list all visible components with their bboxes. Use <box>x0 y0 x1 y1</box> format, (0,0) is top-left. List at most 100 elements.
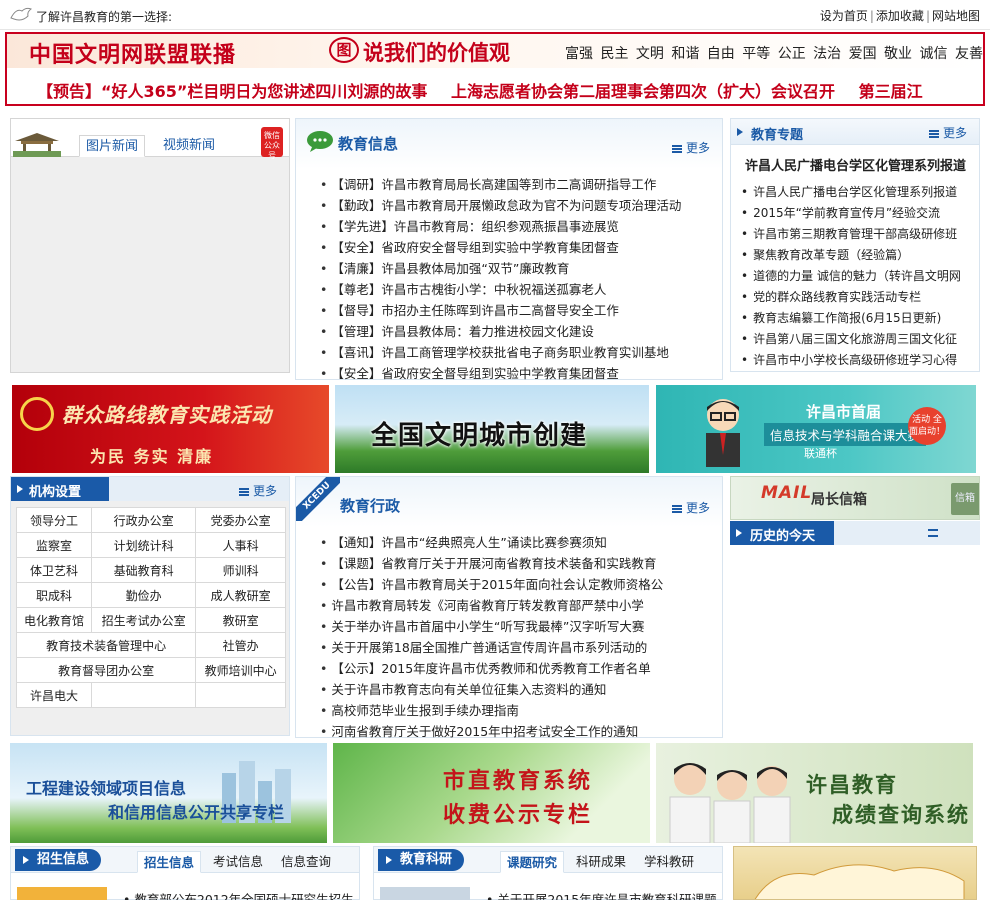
civ-network-brand[interactable]: 中国文明网联盟联播 <box>29 37 236 68</box>
tab-admissions-info[interactable]: 招生信息 <box>137 851 202 873</box>
list-icon[interactable] <box>928 529 938 537</box>
list-item[interactable]: 许昌市第三期教育管理干部高级研修班 <box>741 224 961 245</box>
arrow-right-icon <box>23 856 29 864</box>
list-item[interactable]: 关于开展第18届全国推广普通话宣传周许昌市系列活动的 <box>320 637 663 658</box>
org-link[interactable]: 社管办 <box>195 632 286 658</box>
marquee-item[interactable]: 【预告】“好人365”栏目明日为您讲述四川刘源的故事 <box>37 82 427 101</box>
education-admin-more-link[interactable]: 更多 <box>671 499 710 516</box>
wechat-badge[interactable]: 微信 公众号 <box>261 127 283 160</box>
org-link[interactable]: 教育督导团办公室 <box>15 657 197 683</box>
list-item[interactable]: 2015年“学前教育宣传月”经验交流 <box>741 203 961 224</box>
tab-video-news[interactable]: 视频新闻 <box>157 135 221 157</box>
list-item[interactable]: 关于开展2015年度许昌市教育科研课题 <box>486 889 716 900</box>
tu-seal-icon: 图 <box>329 37 359 63</box>
score-query-banner[interactable]: 许昌教育 成绩查询系统 <box>656 743 973 843</box>
org-link[interactable]: 基础教育科 <box>90 557 197 583</box>
list-icon <box>928 130 939 138</box>
organization-more-link[interactable]: 更多 <box>238 482 277 499</box>
list-item[interactable]: 【公告】许昌市教育局关于2015年面向社会认定教师资格公 <box>320 574 663 595</box>
list-item[interactable]: 【安全】省政府安全督导组到实验中学教育集团督查 <box>320 237 681 258</box>
photo-news-panel: 图片新闻 视频新闻 微信 公众号 <box>10 118 290 373</box>
score-subtitle: 成绩查询系统 <box>832 803 970 827</box>
list-item[interactable]: 【调研】许昌市教育局局长高建国等到市二高调研指导工作 <box>320 174 681 195</box>
list-item[interactable]: 关于许昌市教育志向有关单位征集入志资料的通知 <box>320 679 663 700</box>
education-info-list: 【调研】许昌市教育局局长高建国等到市二高调研指导工作 【勤政】许昌市教育局开展懒… <box>320 174 681 384</box>
party-emblem-icon <box>20 397 54 431</box>
list-item[interactable]: 教育志编纂工作简报(6月15日更新) <box>741 308 961 329</box>
mass-line-banner[interactable]: 群众路线教育实践活动 为民 务实 清廉 <box>12 385 329 473</box>
list-item[interactable]: 教育部公布2012年全国硕士研究生招生 <box>123 889 353 900</box>
org-link[interactable]: 许昌电大 <box>16 682 92 708</box>
director-mailbox-banner[interactable]: MAIL 局长信箱 信箱 <box>730 476 980 520</box>
list-item[interactable]: 【督导】市招办主任陈晖到许昌市二高督导安全工作 <box>320 300 681 321</box>
list-item[interactable]: 【清廉】许昌县教体局加强“双节”廉政教育 <box>320 258 681 279</box>
org-link[interactable]: 教育技术装备管理中心 <box>15 632 197 658</box>
org-link[interactable]: 教研室 <box>195 607 286 633</box>
org-link[interactable]: 招生考试办公室 <box>90 607 197 633</box>
org-link[interactable]: 体卫艺科 <box>16 557 92 583</box>
it-contest-banner[interactable]: 许昌市首届 信息技术与学科融合课大赛 联通杯 活动 全面启动！ <box>656 385 976 473</box>
education-topics-more-link[interactable]: 更多 <box>928 124 967 141</box>
org-link[interactable]: 教师培训中心 <box>195 657 286 683</box>
marquee-item[interactable]: 第三届江 <box>859 82 923 101</box>
list-item[interactable]: 许昌第八届三国文化旅游周三国文化征 <box>741 329 961 350</box>
org-link[interactable]: 计划统计科 <box>90 532 197 558</box>
tab-subject-research[interactable]: 学科教研 <box>644 851 694 873</box>
list-item[interactable]: 【勤政】许昌市教育局开展懒政怠政为官不为问题专项治理活动 <box>320 195 681 216</box>
org-link[interactable]: 行政办公室 <box>90 507 197 533</box>
set-homepage-link[interactable]: 设为首页 <box>820 9 868 23</box>
civilized-city-banner[interactable]: 全国文明城市创建 <box>335 385 649 473</box>
list-item[interactable]: 河南省教育厅关于做好2015年中招考试安全工作的通知 <box>320 721 663 742</box>
admissions-thumbnail[interactable] <box>17 887 107 900</box>
org-link[interactable]: 职成科 <box>16 582 92 608</box>
list-item[interactable]: 【安全】省政府安全督导组到实验中学教育集团督查 <box>320 363 681 384</box>
list-item[interactable]: 许昌人民广播电台学区化管理系列报道 <box>741 182 961 203</box>
tab-exam-info[interactable]: 考试信息 <box>213 851 263 873</box>
tab-photo-news[interactable]: 图片新闻 <box>79 135 146 157</box>
tab-topic-research[interactable]: 课题研究 <box>500 851 565 873</box>
list-item[interactable]: 【公示】2015年度许昌市优秀教师和优秀教育工作者名单 <box>320 658 663 679</box>
org-link[interactable]: 师训科 <box>195 557 286 583</box>
sitemap-link[interactable]: 网站地图 <box>932 9 980 23</box>
org-link[interactable]: 成人教研室 <box>195 582 286 608</box>
list-item[interactable]: 【通知】许昌市“经典照亮人生”诵读比赛参赛须知 <box>320 532 663 553</box>
map-icon <box>754 864 965 899</box>
list-item[interactable]: 【管理】许昌县教体局：着力推进校园文化建设 <box>320 321 681 342</box>
research-panel: 教育科研 课题研究 科研成果 学科教研 关于开展2015年度许昌市教育科研课题 <box>373 846 723 900</box>
list-item[interactable]: 聚焦教育改革专题（经验篇） <box>741 245 961 266</box>
org-link[interactable]: 党委办公室 <box>195 507 286 533</box>
list-item[interactable]: 【喜讯】许昌工商管理学校获批省电子商务职业教育实训基地 <box>320 342 681 363</box>
civilization-banner: 中国文明网联盟联播 图 说我们的价值观 富强 民主 文明 和谐 自由 平等 公正… <box>5 32 985 106</box>
add-favorite-link[interactable]: 添加收藏 <box>876 9 924 23</box>
education-topics-panel: 教育专题 更多 许昌人民广播电台学区化管理系列报道 许昌人民广播电台学区化管理系… <box>730 118 980 372</box>
list-item[interactable]: 【学先进】许昌市教育局：组织参观燕振昌事迹展览 <box>320 216 681 237</box>
list-item[interactable]: 高校师范毕业生报到手续办理指南 <box>320 700 663 721</box>
arrow-right-icon <box>737 128 743 136</box>
project-info-banner[interactable]: 工程建设领域项目信息 和信用信息公开共享专栏 <box>10 743 327 843</box>
list-item[interactable]: 【尊老】许昌市古槐街小学：中秋祝福送孤寡老人 <box>320 279 681 300</box>
contest-launch-bubble: 活动 全面启动！ <box>908 407 946 445</box>
list-item[interactable]: 关于举办许昌市首届中小学生“听写我最棒”汉字听写大赛 <box>320 616 663 637</box>
fee-disclosure-banner[interactable]: 市直教育系统 收费公示专栏 <box>333 743 650 843</box>
tab-research-results[interactable]: 科研成果 <box>576 851 626 873</box>
list-item[interactable]: 许昌市中小学校长高级研修班学习心得 <box>741 350 961 371</box>
org-link[interactable]: 勤俭办 <box>90 582 197 608</box>
org-link[interactable]: 电化教育馆 <box>16 607 92 633</box>
dove-icon <box>10 7 32 21</box>
pavilion-icon <box>13 133 61 157</box>
list-item[interactable]: 【课题】省教育厅关于开展河南省教育技术装备和实践教育 <box>320 553 663 574</box>
education-info-more-link[interactable]: 更多 <box>671 139 710 156</box>
org-link[interactable]: 监察室 <box>16 532 92 558</box>
list-item[interactable]: 道德的力量 诚信的魅力（转许昌文明网 <box>741 266 961 287</box>
map-banner[interactable] <box>733 846 977 900</box>
tab-info-query[interactable]: 信息查询 <box>281 851 331 873</box>
list-item[interactable]: 党的群众路线教育实践活动专栏 <box>741 287 961 308</box>
chat-bubble-icon <box>307 131 333 152</box>
org-link[interactable]: 领导分工 <box>16 507 92 533</box>
research-thumbnail[interactable] <box>380 887 470 900</box>
list-item[interactable]: 许昌市教育局转发《河南省教育厅转发教育部严禁中小学 <box>320 595 663 616</box>
values-title[interactable]: 说我们的价值观 <box>363 37 510 67</box>
marquee-item[interactable]: 上海志愿者协会第二届理事会第四次（扩大）会议召开 <box>451 82 835 101</box>
topic-headline[interactable]: 许昌人民广播电台学区化管理系列报道 <box>745 155 966 174</box>
org-link[interactable]: 人事科 <box>195 532 286 558</box>
